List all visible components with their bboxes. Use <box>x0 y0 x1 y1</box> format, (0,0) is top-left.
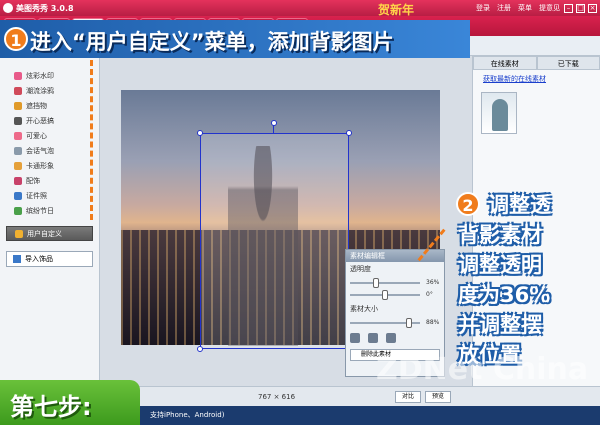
sidebar-item-heart[interactable]: 可爱心 <box>0 128 99 143</box>
import-icon <box>13 255 21 263</box>
import-accessory-button[interactable]: 导入饰品 <box>6 251 93 267</box>
tip-line: 背影素材 <box>458 223 542 247</box>
bubble-icon <box>14 146 22 155</box>
tip-line: 并调整摆 <box>458 313 542 337</box>
size-label: 素材大小 <box>350 305 378 313</box>
app-logo-icon <box>3 3 13 13</box>
sidebar-item-graffiti[interactable]: 潮流涂鸦 <box>0 83 99 98</box>
size-thumb[interactable] <box>406 318 412 328</box>
get-online-material-link[interactable]: 获取最新的在线素材 <box>473 70 600 88</box>
dashed-arrow-1 <box>90 60 93 220</box>
opacity-slider[interactable]: 36% <box>350 278 440 288</box>
tutorial-tip: 调整透 背影素材 调整透明 度为36% 并调整摆 放位置 <box>458 190 598 370</box>
sidebar-item-bubble[interactable]: 会话气泡 <box>0 143 99 158</box>
top-menu: 登录 注册 菜单 提意见 <box>476 3 564 13</box>
step1-number: 1 <box>4 27 28 51</box>
resize-handle[interactable] <box>197 130 203 136</box>
close-icon[interactable]: × <box>588 3 597 13</box>
sidebar-item-watermark[interactable]: 炫彩水印 <box>0 68 99 83</box>
tab-downloaded[interactable]: 已下载 <box>536 56 600 70</box>
festival-icon <box>14 206 22 215</box>
rotate-value: 0° <box>426 291 433 298</box>
sidebar-item-cartoon[interactable]: 卡通形象 <box>0 158 99 173</box>
maximize-icon[interactable]: □ <box>576 3 585 13</box>
rotate-thumb[interactable] <box>382 290 388 300</box>
step-label: 第七步: <box>10 393 92 421</box>
flip-horizontal-icon[interactable] <box>350 333 360 343</box>
tab-online-material[interactable]: 在线素材 <box>473 56 537 70</box>
funny-icon <box>14 116 22 125</box>
accessory-icon <box>14 176 22 185</box>
cartoon-icon <box>14 161 22 170</box>
cover-icon <box>14 101 22 110</box>
rotate-handle[interactable] <box>271 120 277 126</box>
folder-icon <box>15 229 23 238</box>
sidebar-item-custom[interactable]: 用户自定义 <box>6 226 93 241</box>
menu-link[interactable]: 菜单 <box>518 3 532 13</box>
sidebar-item-accessory[interactable]: 配饰 <box>0 173 99 188</box>
feedback-link[interactable]: 提意见 <box>539 3 560 13</box>
flip-vertical-icon[interactable] <box>368 333 378 343</box>
opacity-value: 36% <box>426 279 440 286</box>
copy-icon[interactable] <box>386 333 396 343</box>
resize-handle[interactable] <box>346 130 352 136</box>
watermark-icon <box>14 71 22 80</box>
size-value: 88% <box>426 319 440 326</box>
resize-handle[interactable] <box>197 346 203 352</box>
login-link[interactable]: 登录 <box>476 3 490 13</box>
status-buttons: 对比 预览 <box>395 391 452 403</box>
app-title: 美图秀秀 3.0.8 <box>16 3 74 13</box>
sidebar-item-cover[interactable]: 遮挡物 <box>0 98 99 113</box>
graffiti-icon <box>14 86 22 95</box>
opacity-label: 透明度 <box>350 265 371 273</box>
minimize-icon[interactable]: – <box>564 3 573 13</box>
image-dimensions: 767 × 616 <box>258 393 296 401</box>
material-thumbnail[interactable] <box>481 92 517 134</box>
preview-button[interactable]: 预览 <box>425 391 452 403</box>
register-link[interactable]: 注册 <box>497 3 511 13</box>
size-slider[interactable]: 88% <box>350 318 440 328</box>
opacity-track <box>350 282 420 284</box>
right-panel-tabs: 在线素材 已下载 <box>473 56 600 70</box>
sidebar: 炫彩水印 潮流涂鸦 遮挡物 开心恶搞 可爱心 会话气泡 卡通形象 配饰 证件照 … <box>0 56 100 406</box>
heart-icon <box>14 131 22 140</box>
sidebar-item-id-photo[interactable]: 证件照 <box>0 188 99 203</box>
tutorial-title: 进入“用户自定义”菜单，添加背影图片 <box>30 30 394 54</box>
rotate-slider[interactable]: 0° <box>350 290 440 300</box>
panel-title: 素材编辑框 <box>346 250 444 262</box>
tip-line: 度为36% <box>458 283 551 307</box>
opacity-thumb[interactable] <box>373 278 379 288</box>
zdnet-watermark: ZDNet China <box>376 352 589 387</box>
tip-line: 调整透明 <box>458 253 542 277</box>
compare-button[interactable]: 对比 <box>395 391 422 403</box>
tip-line: 调整透 <box>488 193 551 217</box>
panel-tools <box>346 330 444 346</box>
material-selection-box[interactable] <box>197 120 352 352</box>
sidebar-item-festival[interactable]: 缤纷节日 <box>0 203 99 218</box>
id-photo-icon <box>14 191 22 200</box>
title-bar: 美图秀秀 3.0.8 登录 注册 菜单 提意见 – □ × <box>0 0 600 16</box>
sidebar-item-funny[interactable]: 开心恶搞 <box>0 113 99 128</box>
